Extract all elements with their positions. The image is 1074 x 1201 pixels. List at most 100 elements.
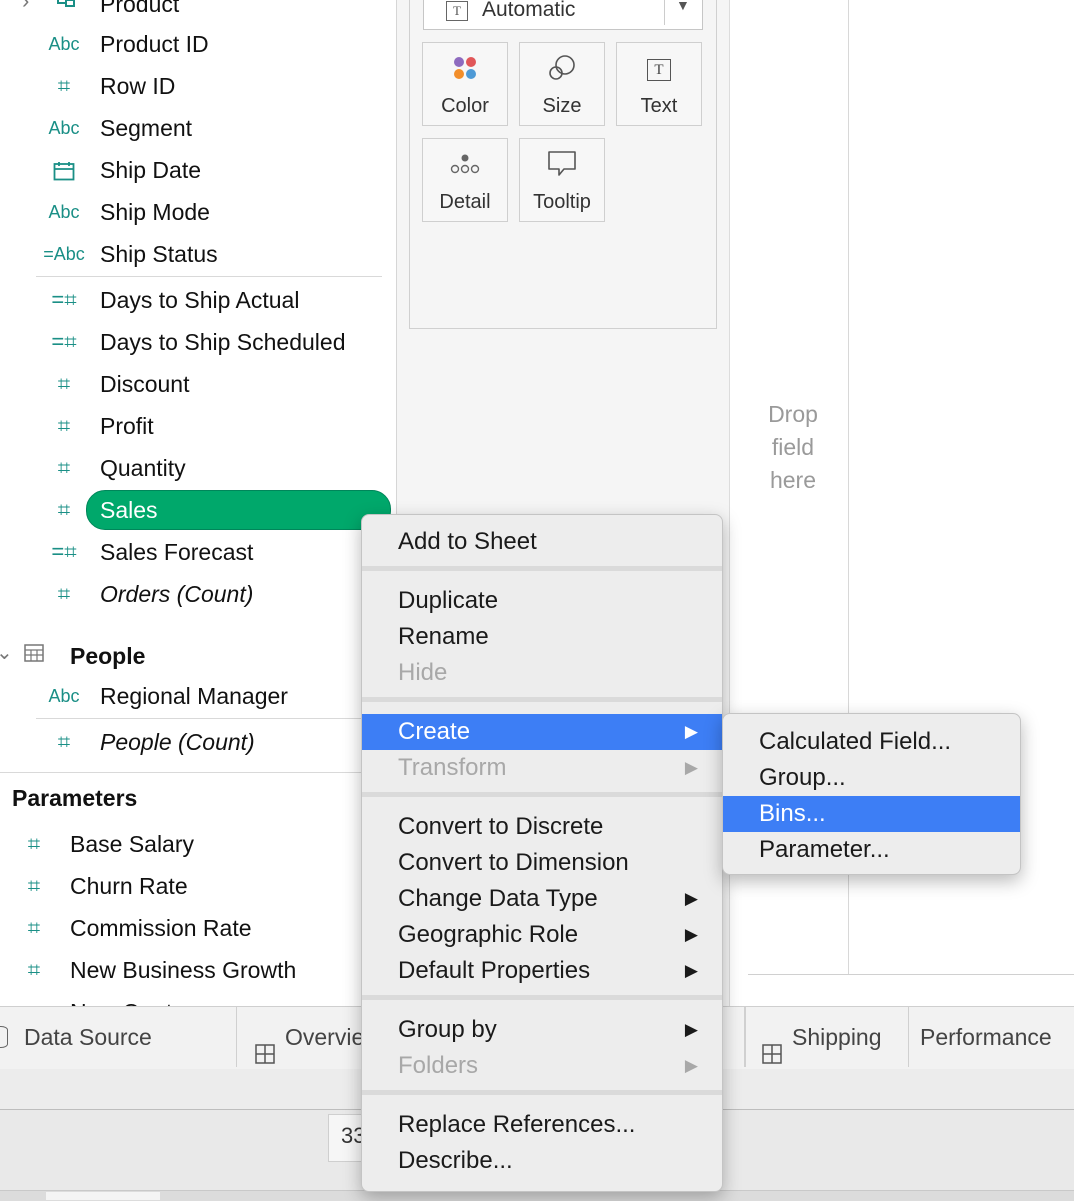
marks-tooltip-button[interactable]: Tooltip [519, 138, 605, 222]
submenu-arrow-icon: ▶ [684, 925, 698, 944]
menu-item-label: Convert to Dimension [398, 849, 629, 876]
submenu-item-calculated-field[interactable]: Calculated Field... [723, 724, 1020, 760]
mark-type-value: Automatic [482, 0, 576, 21]
menu-item-label: Convert to Discrete [398, 813, 604, 840]
field-label: Days to Ship Actual [100, 287, 300, 313]
field-orders-count[interactable]: ⌗ Orders (Count) [0, 574, 396, 614]
menu-item-convert-to-discrete[interactable]: Convert to Discrete [362, 809, 722, 845]
tab-performance[interactable]: Performance [908, 1007, 1074, 1067]
number-icon: ⌗ [57, 581, 71, 606]
submenu-arrow-icon: ▶ [684, 961, 698, 980]
field-label: Ship Status [100, 241, 218, 267]
tab-label: Overview [285, 1024, 363, 1050]
field-segment[interactable]: Abc Segment [0, 108, 396, 148]
parameter-base-salary[interactable]: ⌗ Base Salary [0, 824, 396, 864]
dropdown-divider [664, 0, 665, 25]
menu-item-duplicate[interactable]: Duplicate [362, 583, 722, 619]
submenu-item-bins[interactable]: Bins... [723, 796, 1020, 832]
tab-data-source[interactable]: Data Source [0, 1007, 237, 1067]
tab-shipping[interactable]: Shipping [745, 1007, 909, 1067]
expand-chevron-icon[interactable]: ⌄ [0, 640, 13, 665]
menu-item-geographic-role[interactable]: Geographic Role ▶ [362, 917, 722, 953]
field-ship-date[interactable]: Ship Date [0, 150, 396, 190]
string-icon: Abc [48, 34, 80, 54]
field-ship-mode[interactable]: Abc Ship Mode [0, 192, 396, 232]
menu-item-convert-to-dimension[interactable]: Convert to Dimension [362, 845, 722, 881]
field-sales-forecast[interactable]: =⌗ Sales Forecast [0, 532, 396, 572]
menu-item-rename[interactable]: Rename [362, 619, 722, 655]
calculated-number-icon: =⌗ [51, 539, 77, 564]
field-discount[interactable]: ⌗ Discount [0, 364, 396, 404]
field-label: Orders (Count) [100, 581, 254, 607]
marks-size-button[interactable]: Size [519, 42, 605, 126]
menu-item-default-properties[interactable]: Default Properties ▶ [362, 953, 722, 989]
dashboard-icon [255, 1026, 275, 1067]
menu-item-replace-references[interactable]: Replace References... [362, 1107, 722, 1143]
menu-item-label: Folders [398, 1052, 479, 1079]
collapse-chevron-icon[interactable]: › [22, 0, 29, 14]
menu-item-add-to-sheet[interactable]: Add to Sheet [362, 524, 722, 560]
field-sales[interactable]: ⌗ Sales [0, 490, 396, 530]
menu-separator [362, 697, 722, 702]
marks-button-label: Text [640, 95, 678, 117]
field-label: Regional Manager [100, 683, 288, 709]
menu-item-group-by[interactable]: Group by ▶ [362, 1012, 722, 1048]
chevron-down-icon: ▼ [676, 0, 690, 13]
field-label: Sales [100, 497, 158, 523]
field-quantity[interactable]: ⌗ Quantity [0, 448, 396, 488]
parameter-number-icon: ⌗ [27, 957, 41, 982]
field-label: Discount [100, 371, 190, 397]
submenu-item-parameter[interactable]: Parameter... [723, 832, 1020, 868]
marks-text-button[interactable]: T Text [616, 42, 702, 126]
menu-separator [362, 792, 722, 797]
menu-separator [362, 566, 722, 571]
menu-item-folders: Folders ▶ [362, 1048, 722, 1084]
field-label: Ship Mode [100, 199, 210, 225]
menu-item-label: Hide [398, 659, 448, 686]
parameter-commission-rate[interactable]: ⌗ Commission Rate [0, 908, 396, 948]
parameter-number-icon: ⌗ [27, 915, 41, 940]
divider [0, 772, 396, 773]
marks-detail-button[interactable]: Detail [422, 138, 508, 222]
menu-item-change-data-type[interactable]: Change Data Type ▶ [362, 881, 722, 917]
marks-color-button[interactable]: Color [422, 42, 508, 126]
submenu-arrow-icon: ▶ [684, 1056, 698, 1075]
parameter-number-icon: ⌗ [27, 873, 41, 898]
mark-type-dropdown[interactable]: T Automatic ▼ [423, 0, 703, 30]
field-label[interactable]: Product [100, 0, 179, 24]
parameter-label: Churn Rate [70, 873, 188, 899]
menu-item-describe[interactable]: Describe... [362, 1143, 722, 1179]
drop-field-hint[interactable]: Drop field here [748, 398, 838, 497]
menu-item-label: Replace References... [398, 1111, 636, 1138]
field-regional-manager[interactable]: Abc Regional Manager [0, 676, 396, 716]
calendar-icon [36, 150, 92, 190]
menu-item-create[interactable]: Create ▶ [362, 714, 722, 750]
field-row-id[interactable]: ⌗ Row ID [0, 66, 396, 106]
field-profit[interactable]: ⌗ Profit [0, 406, 396, 446]
size-icon [520, 53, 604, 87]
table-name-people[interactable]: People [70, 636, 145, 676]
menu-item-label: Group by [398, 1016, 497, 1043]
string-icon: Abc [48, 118, 80, 138]
tab-overview[interactable]: Overview [237, 1007, 363, 1067]
parameter-new-business-growth[interactable]: ⌗ New Business Growth [0, 950, 396, 990]
submenu-item-group[interactable]: Group... [723, 760, 1020, 796]
field-product-id[interactable]: Abc Product ID [0, 24, 396, 64]
menu-item-label: Parameter... [759, 836, 890, 863]
datasource-icon [0, 1026, 8, 1048]
parameter-churn-rate[interactable]: ⌗ Churn Rate [0, 866, 396, 906]
number-icon: ⌗ [57, 729, 71, 754]
data-pane: › Product Abc Product ID ⌗ Row ID Abc Segment… [0, 0, 397, 1025]
field-label: Sales Forecast [100, 539, 254, 565]
string-icon: Abc [48, 202, 80, 222]
field-days-to-ship-scheduled[interactable]: =⌗ Days to Ship Scheduled [0, 322, 396, 362]
field-days-to-ship-actual[interactable]: =⌗ Days to Ship Actual [0, 280, 396, 320]
menu-item-label: Duplicate [398, 587, 499, 614]
submenu-arrow-icon: ▶ [684, 889, 698, 908]
tooltip-icon [520, 149, 604, 183]
field-people-count[interactable]: ⌗ People (Count) [0, 722, 396, 762]
tab-partial[interactable] [722, 1007, 745, 1067]
menu-item-label: Calculated Field... [759, 728, 952, 755]
field-ship-status[interactable]: =Abc Ship Status [0, 234, 396, 274]
bottom-strip-tab [46, 1192, 160, 1200]
